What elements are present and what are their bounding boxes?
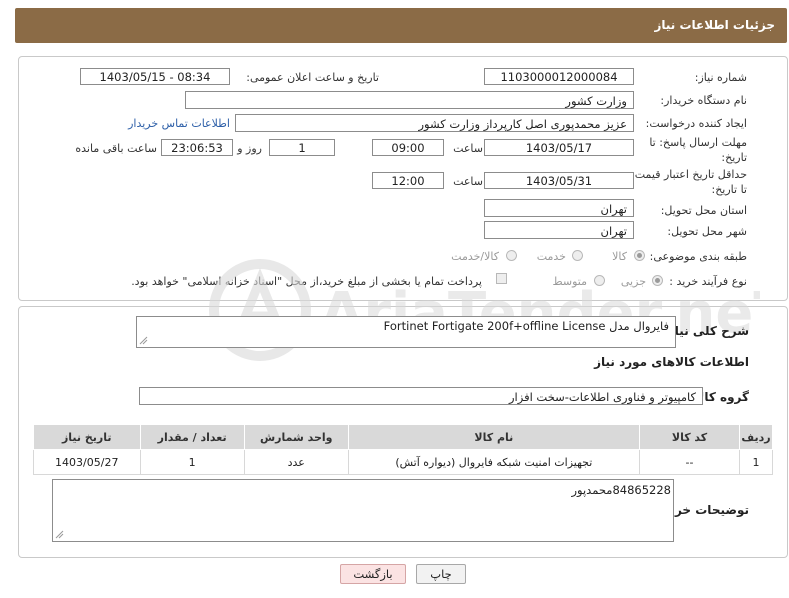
reply-date-field: 1403/05/17	[484, 139, 634, 156]
page-title: جزئیات اطلاعات نیاز	[654, 18, 775, 32]
item-date-cell: 1403/05/27	[33, 449, 141, 475]
announce-datetime-field: 1403/05/15 - 08:34	[80, 68, 230, 85]
goods-table: ردیف کد کالا نام کالا واحد شمارش تعداد /…	[33, 424, 773, 475]
need-number-label: شماره نیاز:	[694, 71, 747, 84]
col-unit-header: واحد شمارش	[243, 424, 349, 450]
creator-label: ایجاد کننده درخواست:	[645, 117, 747, 130]
days-label: روز و	[237, 142, 262, 155]
table-row: 1 -- تجهیزات امنیت شبکه فایروال (دیواره …	[33, 449, 773, 475]
price-date-field: 1403/05/31	[484, 172, 634, 189]
print-button[interactable]: چاپ	[416, 564, 466, 584]
item-qty-cell: 1	[139, 449, 245, 475]
goods-table-header: ردیف کد کالا نام کالا واحد شمارش تعداد /…	[33, 424, 773, 450]
item-name-cell: تجهیزات امنیت شبکه فایروال (دیواره آتش)	[347, 449, 641, 475]
col-qty-header: تعداد / مقدار	[139, 424, 245, 450]
goods-group-field: کامپیوتر و فناوری اطلاعات-سخت افزار	[139, 387, 703, 405]
reply-time-label: ساعت	[453, 142, 483, 155]
days-field: 1	[269, 139, 335, 156]
buyer-org-label: نام دستگاه خریدار:	[660, 94, 747, 107]
province-label: استان محل تحویل:	[660, 204, 747, 217]
col-name-header: نام کالا	[347, 424, 641, 450]
page-header: جزئیات اطلاعات نیاز	[15, 8, 787, 43]
item-unit-cell: عدد	[243, 449, 349, 475]
city-label: شهر محل تحویل:	[667, 225, 747, 238]
creator-field: عزیز محمدپوری اصل کارپرداز وزارت کشور	[235, 114, 634, 132]
remaining-time-field: 23:06:53	[161, 139, 233, 156]
buyer-org-field: وزارت کشور	[185, 91, 634, 109]
goods-info-title: اطلاعات کالاهای مورد نیاز	[594, 355, 749, 369]
back-button[interactable]: بازگشت	[340, 564, 406, 584]
description-textarea[interactable]: فایروال مدل Fortinet Fortigate 200f+offl…	[136, 316, 676, 348]
col-date-header: تاریخ نیاز	[33, 424, 141, 450]
buyer-notes-textarea[interactable]: 84865228محمدپور	[52, 479, 674, 542]
reply-deadline-label: مهلت ارسال پاسخ: تا تاریخ:	[649, 136, 747, 164]
description-text: فایروال مدل Fortinet Fortigate 200f+offl…	[383, 319, 669, 333]
reply-time-field: 09:00	[372, 139, 444, 156]
price-time-field: 12:00	[372, 172, 444, 189]
row-number-cell: 1	[739, 449, 773, 475]
province-field: تهران	[484, 199, 634, 217]
need-number-field: 1103000012000084	[484, 68, 634, 85]
price-deadline-label: حداقل تاریخ اعتبار قیمت: تا تاریخ:	[631, 168, 747, 196]
col-code-header: کد کالا	[639, 424, 741, 450]
resize-grip-icon[interactable]	[55, 530, 64, 539]
item-code-cell: --	[639, 449, 741, 475]
remaining-time-label: ساعت باقی مانده	[75, 142, 157, 155]
buyer-contact-link[interactable]: اطلاعات تماس خریدار	[128, 117, 230, 130]
price-time-label: ساعت	[453, 175, 483, 188]
buyer-notes-text: 84865228محمدپور	[571, 483, 671, 497]
city-field: تهران	[484, 221, 634, 239]
col-row-header: ردیف	[739, 424, 773, 450]
announce-datetime-label: تاریخ و ساعت اعلان عمومی:	[246, 71, 379, 84]
resize-grip-icon[interactable]	[139, 336, 148, 345]
